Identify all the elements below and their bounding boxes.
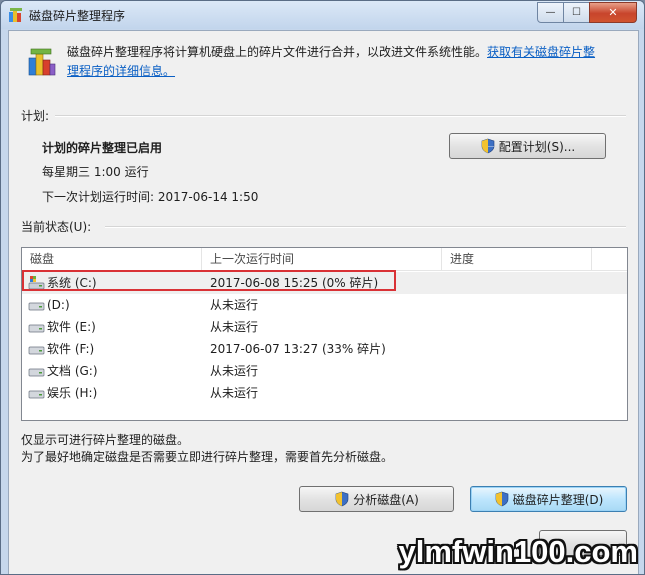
intro-text: 磁盘碎片整理程序将计算机硬盘上的碎片文件进行合并，以改进文件系统性能。获取有关磁… — [67, 43, 607, 81]
drive-icon — [28, 390, 45, 399]
disk-last-run: 从未运行 — [210, 320, 259, 334]
drive-icon — [28, 346, 45, 355]
disk-row-h[interactable]: 娱乐 (H:) 从未运行 — [22, 382, 627, 404]
defragment-disk-button[interactable]: 磁盘碎片整理(D) — [470, 486, 627, 512]
intro-description: 磁盘碎片整理程序将计算机硬盘上的碎片文件进行合并，以改进文件系统性能。 — [67, 45, 488, 59]
disk-last-run: 2017-06-08 15:25 (0% 碎片) — [210, 276, 379, 290]
drive-icon — [28, 368, 45, 377]
disk-name: 系统 (C:) — [47, 276, 97, 290]
column-header-disk[interactable]: 磁盘 — [22, 248, 202, 270]
disk-last-run: 从未运行 — [210, 298, 259, 312]
schedule-divider — [55, 115, 626, 117]
drive-icon — [28, 302, 45, 311]
system-drive-icon — [28, 276, 45, 290]
uac-shield-icon — [335, 491, 349, 507]
disk-name: 软件 (E:) — [47, 320, 96, 334]
close-button[interactable]: ✕ — [589, 2, 637, 23]
uac-shield-icon — [495, 491, 508, 507]
column-header-last-run[interactable]: 上一次运行时间 — [202, 248, 442, 270]
disk-last-run: 从未运行 — [210, 364, 259, 378]
disk-name: (D:) — [47, 298, 70, 312]
column-header-progress[interactable]: 进度 — [442, 248, 592, 270]
site-watermark: ylmfwin100.com — [398, 534, 638, 569]
defrag-large-icon — [28, 48, 56, 76]
analyze-disk-label: 分析磁盘(A) — [353, 492, 419, 507]
configure-schedule-button[interactable]: 配置计划(S)... — [449, 133, 606, 159]
status-section-label: 当前状态(U): — [21, 220, 92, 234]
disk-row-e[interactable]: 软件 (E:) 从未运行 — [22, 316, 627, 338]
defragment-disk-label: 磁盘碎片整理(D) — [512, 492, 604, 507]
schedule-next-run: 下一次计划运行时间: 2017-06-14 1:50 — [42, 190, 259, 204]
disk-row-c[interactable]: 系统 (C:) 2017-06-08 15:25 (0% 碎片) — [22, 272, 627, 294]
maximize-button[interactable]: ☐ — [563, 2, 590, 23]
disk-last-run: 2017-06-07 13:27 (33% 碎片) — [210, 342, 386, 356]
window-title: 磁盘碎片整理程序 — [29, 9, 126, 23]
title-bar[interactable]: 磁盘碎片整理程序 — ☐ ✕ — [1, 1, 644, 29]
uac-shield-icon — [481, 138, 495, 154]
disk-list[interactable]: 磁盘 上一次运行时间 进度 系统 (C:) 2017-06-08 15:25 (… — [21, 247, 628, 421]
defrag-app-icon — [9, 8, 22, 22]
note-analyze-first: 为了最好地确定磁盘是否需要立即进行碎片整理，需要首先分析磁盘。 — [21, 450, 394, 464]
disk-last-run: 从未运行 — [210, 386, 259, 400]
defrag-window: 磁盘碎片整理程序 — ☐ ✕ 磁盘碎片整理程序将计算机硬盘上的碎片文件进行合并，… — [0, 0, 645, 575]
dialog-content: 磁盘碎片整理程序将计算机硬盘上的碎片文件进行合并，以改进文件系统性能。获取有关磁… — [8, 30, 639, 574]
disk-name: 软件 (F:) — [47, 342, 95, 356]
disk-name: 文档 (G:) — [47, 364, 98, 378]
status-divider — [105, 226, 626, 228]
minimize-button[interactable]: — — [537, 2, 564, 23]
disk-list-header: 磁盘 上一次运行时间 进度 — [22, 248, 627, 271]
configure-schedule-label: 配置计划(S)... — [498, 139, 576, 154]
schedule-section-label: 计划: — [21, 109, 50, 123]
note-defraggable-only: 仅显示可进行碎片整理的磁盘。 — [21, 433, 190, 447]
disk-name: 娱乐 (H:) — [47, 386, 98, 400]
schedule-frequency: 每星期三 1:00 运行 — [42, 165, 149, 179]
drive-icon — [28, 324, 45, 333]
disk-row-d[interactable]: (D:) 从未运行 — [22, 294, 627, 316]
analyze-disk-button[interactable]: 分析磁盘(A) — [299, 486, 454, 512]
schedule-status: 计划的碎片整理已启用 — [42, 141, 163, 155]
disk-row-g[interactable]: 文档 (G:) 从未运行 — [22, 360, 627, 382]
disk-row-f[interactable]: 软件 (F:) 2017-06-07 13:27 (33% 碎片) — [22, 338, 627, 360]
